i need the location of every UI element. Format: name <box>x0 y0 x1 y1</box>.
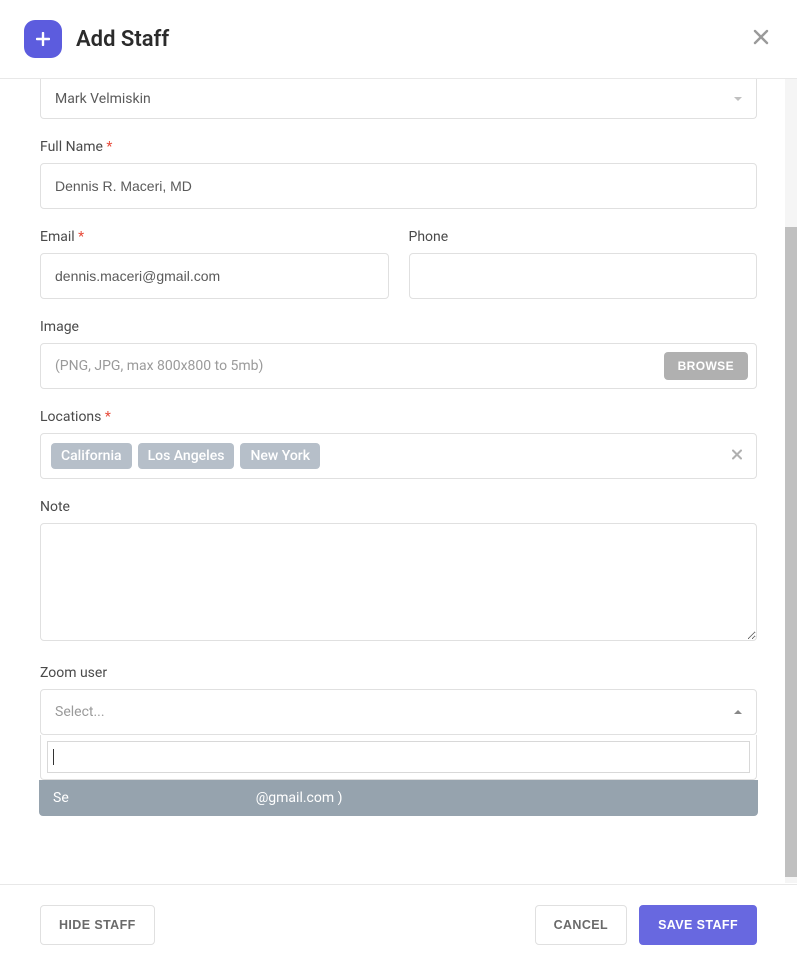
location-tag[interactable]: New York <box>240 443 320 469</box>
zoom-select[interactable]: Select... <box>40 689 757 735</box>
chevron-down-icon <box>734 97 742 101</box>
zoom-option[interactable]: Se @gmail.com ) <box>39 780 758 816</box>
zoom-option-prefix: Se <box>53 790 69 806</box>
phone-group: Phone <box>409 229 758 299</box>
image-label: Image <box>40 319 757 335</box>
image-group: Image (PNG, JPG, max 800x800 to 5mb) BRO… <box>40 319 757 389</box>
footer-left: HIDE STAFF <box>40 905 155 945</box>
email-label-text: Email <box>40 229 75 245</box>
zoom-option-suffix: @gmail.com ) <box>256 790 343 806</box>
locations-label-text: Locations <box>40 409 101 425</box>
form-scroll-area: Mark Velmiskin Full Name * Email * <box>0 79 797 883</box>
modal-header: Add Staff <box>0 0 797 79</box>
zoom-search-input[interactable] <box>47 741 750 773</box>
zoom-group: Zoom user Select... Se @gmail.com ) <box>40 665 757 816</box>
full-name-label-text: Full Name <box>40 139 103 155</box>
email-phone-row: Email * Phone <box>40 209 757 299</box>
image-field[interactable]: (PNG, JPG, max 800x800 to 5mb) BROWSE <box>40 343 757 389</box>
clear-tags-icon[interactable] <box>732 449 742 464</box>
phone-input[interactable] <box>409 253 758 299</box>
wp-user-select[interactable]: Mark Velmiskin <box>40 79 757 119</box>
required-asterisk: * <box>78 229 84 245</box>
zoom-label: Zoom user <box>40 665 757 681</box>
full-name-group: Full Name * <box>40 139 757 209</box>
footer-right: CANCEL SAVE STAFF <box>535 905 757 945</box>
email-input[interactable] <box>40 253 389 299</box>
close-icon[interactable] <box>753 28 769 50</box>
location-tag[interactable]: Los Angeles <box>138 443 235 469</box>
locations-field[interactable]: California Los Angeles New York <box>40 433 757 479</box>
add-staff-modal: Add Staff Mark Velmiskin Full Name * <box>0 0 797 964</box>
full-name-input[interactable] <box>40 163 757 209</box>
text-cursor <box>53 749 54 765</box>
form-body: Mark Velmiskin Full Name * Email * <box>0 79 797 883</box>
location-tag[interactable]: California <box>51 443 132 469</box>
image-placeholder: (PNG, JPG, max 800x800 to 5mb) <box>55 358 664 374</box>
plus-icon <box>24 20 62 58</box>
chevron-up-icon <box>734 710 742 714</box>
save-staff-button[interactable]: SAVE STAFF <box>639 905 757 945</box>
full-name-label: Full Name * <box>40 139 757 155</box>
hide-staff-button[interactable]: HIDE STAFF <box>40 905 155 945</box>
email-label: Email * <box>40 229 389 245</box>
zoom-dropdown-search <box>40 735 757 780</box>
modal-title: Add Staff <box>76 27 169 52</box>
locations-group: Locations * California Los Angeles New Y… <box>40 409 757 479</box>
wp-user-value: Mark Velmiskin <box>55 91 151 107</box>
locations-label: Locations * <box>40 409 757 425</box>
phone-label: Phone <box>409 229 758 245</box>
required-asterisk: * <box>105 409 111 425</box>
wp-user-select-wrapper: Mark Velmiskin <box>40 79 757 119</box>
zoom-placeholder: Select... <box>55 704 105 720</box>
scrollbar-thumb[interactable] <box>785 227 797 877</box>
note-textarea[interactable] <box>40 523 757 641</box>
cancel-button[interactable]: CANCEL <box>535 905 627 945</box>
required-asterisk: * <box>106 139 112 155</box>
browse-button[interactable]: BROWSE <box>664 352 748 380</box>
email-group: Email * <box>40 229 389 299</box>
note-group: Note <box>40 499 757 645</box>
modal-footer: HIDE STAFF CANCEL SAVE STAFF <box>0 884 797 964</box>
note-label: Note <box>40 499 757 515</box>
